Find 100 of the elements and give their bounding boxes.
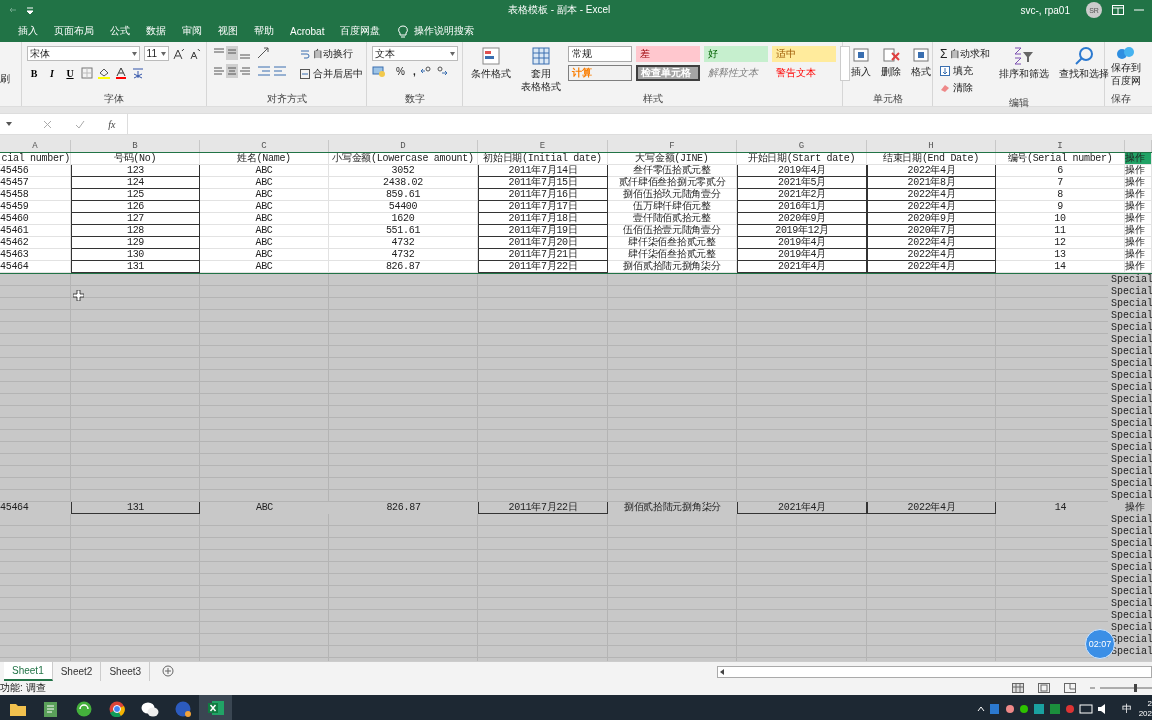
ribbon-tab[interactable]: 审阅 [174, 20, 210, 42]
fill-button[interactable]: 填充 [938, 63, 993, 79]
ribbon-tab[interactable]: 公式 [102, 20, 138, 42]
add-sheet-icon[interactable] [162, 664, 175, 677]
normal-view-icon[interactable] [1012, 683, 1024, 693]
tell-me-search[interactable]: 操作说明搜索 [414, 24, 475, 38]
column-heading: cial number) [0, 153, 71, 165]
page-layout-icon[interactable] [1038, 683, 1050, 693]
shrink-font-icon[interactable] [189, 47, 201, 60]
merge-center-button[interactable]: 合并后居中 [298, 66, 365, 82]
taskbar-app[interactable] [199, 695, 232, 720]
ribbon-display-icon[interactable] [1112, 5, 1124, 15]
save-to-cloud-button[interactable]: 保存到 百度网 [1111, 46, 1141, 92]
top-align-icon[interactable] [212, 46, 252, 60]
percent-button[interactable]: % [396, 65, 405, 77]
sheet-tab[interactable]: Sheet1 [4, 662, 53, 681]
drag-preview-cell: 2011年7月22日 [478, 502, 608, 514]
cell-style-swatch[interactable]: 差 [636, 46, 700, 62]
app-badge-icon [174, 701, 191, 717]
borders-icon[interactable] [81, 67, 93, 79]
grow-font-icon[interactable] [173, 47, 186, 60]
ribbon-tab[interactable]: 帮助 [246, 20, 282, 42]
font-color-icon[interactable] [115, 67, 127, 79]
column-heading: 大写金额(JINE) [608, 153, 737, 165]
insert-function-button[interactable]: fx [108, 118, 116, 130]
drag-preview-cell: 2021年4月 [737, 502, 867, 514]
table-cell: 2021年5月 [737, 177, 867, 189]
zoom-slider-icon[interactable] [1090, 683, 1152, 693]
group-label: 数字 [403, 92, 426, 106]
ghost-cell-text: Special [1111, 322, 1152, 334]
ghost-cell-text: Special [1111, 454, 1152, 466]
table-cell: 2011年7月17日 [478, 201, 608, 213]
cell-style-swatch[interactable]: 警告文本 [772, 65, 836, 81]
enter-check-icon[interactable] [75, 119, 86, 129]
ribbon-tab[interactable]: 视图 [210, 20, 246, 42]
cell-style-swatch[interactable]: 好 [704, 46, 768, 62]
table-cell: 45464 [0, 261, 71, 273]
autosum-button[interactable]: Σ 自动求和 [938, 46, 993, 62]
table-cell: ABC [200, 165, 329, 177]
font-size-field[interactable]: 11 [143, 46, 170, 61]
orientation-icon[interactable] [256, 46, 272, 60]
column-heading: 编号(Serial number) [996, 153, 1125, 165]
table-cell: 124 [71, 177, 200, 189]
sort-filter-button[interactable]: 排序和筛选 [996, 46, 1053, 96]
table-cell: ABC [200, 189, 329, 201]
underline-button[interactable]: U [63, 65, 77, 81]
font-name-field[interactable]: 宋体 [27, 46, 140, 61]
drag-preview-cell: 131 [71, 502, 200, 514]
clear-button[interactable]: 清除 [938, 80, 993, 96]
ribbon-tab[interactable]: 插入 [10, 20, 46, 42]
fill-down-icon [940, 66, 950, 76]
fill-color-icon[interactable] [97, 67, 111, 79]
column-heading: 结束日期(End Date) [867, 153, 996, 165]
cells-button[interactable]: 插入 [848, 46, 874, 92]
cells-button[interactable]: 格式 [908, 46, 934, 92]
name-box-caret-icon[interactable] [6, 122, 12, 126]
ghost-cell-text: Special [1111, 562, 1152, 574]
page-break-icon[interactable] [1064, 683, 1076, 693]
ghost-cell-text: Special [1111, 598, 1152, 610]
ribbon-tab[interactable]: 数据 [138, 20, 174, 42]
scroll-left-icon[interactable] [718, 667, 726, 676]
table-format-button[interactable]: 套用 表格格式 [518, 46, 564, 92]
ribbon-tab[interactable]: 页面布局 [46, 20, 102, 42]
ghost-cell-text: Special [1111, 478, 1152, 490]
ribbon-tab[interactable]: Acrobat [282, 20, 333, 42]
cell-style-swatch[interactable]: 解释性文本 [704, 65, 768, 81]
table-cell: 2438.02 [329, 177, 478, 189]
customize-toolbar-icon[interactable] [26, 6, 34, 14]
wrap-text-button[interactable]: 自动换行 [298, 46, 365, 62]
group-label: 字体 [103, 92, 125, 106]
format-painter-label[interactable]: 刷 [0, 72, 10, 86]
table-cell: 125 [71, 189, 200, 201]
table-cell: 45456 [0, 165, 71, 177]
cell-style-swatch[interactable]: 适中 [772, 46, 836, 62]
number-format-field[interactable]: 文本 [372, 46, 458, 61]
table-cell: 操作 [1125, 213, 1152, 225]
comma-button[interactable]: , [412, 65, 416, 77]
horizontal-scrollbar[interactable] [717, 665, 1152, 678]
conditional-format-button[interactable]: 条件格式 [468, 46, 514, 92]
table-cell: 2020年7月 [867, 225, 996, 237]
cell-style-swatch[interactable]: 常规 [568, 46, 632, 62]
bold-button[interactable]: B [27, 65, 41, 81]
table-cell: 叁仟零伍拾贰元整 [608, 165, 737, 177]
cells-button[interactable]: 删除 [878, 46, 904, 92]
phonetic-icon[interactable] [131, 67, 145, 79]
table-cell: 2022年4月 [867, 201, 996, 213]
folder-icon [9, 702, 26, 716]
ghost-cell-text: Special [1111, 346, 1152, 358]
caret-icon [131, 51, 137, 56]
italic-button[interactable]: I [45, 65, 59, 81]
ghost-cell-text: Special [1111, 466, 1152, 478]
horizontal-align-icon[interactable] [212, 64, 252, 78]
table-cell: ABC [200, 237, 329, 249]
ribbon-tab[interactable]: 百度网盘 [332, 20, 389, 42]
format-cells-icon [912, 46, 930, 64]
currency-icon[interactable] [372, 65, 386, 77]
ghost-cell-text: Special [1111, 442, 1152, 454]
decimal-icon[interactable] [419, 65, 448, 77]
ghost-cell-text: Special [1111, 586, 1152, 598]
input-method-indicator[interactable]: 中 [1122, 702, 1132, 716]
